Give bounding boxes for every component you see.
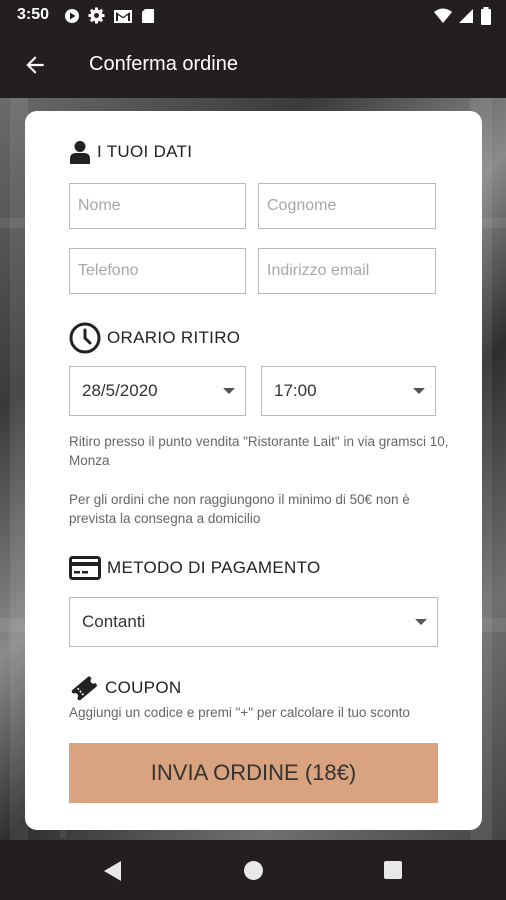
chevron-down-icon bbox=[413, 388, 425, 394]
last-name-field[interactable] bbox=[258, 183, 436, 229]
pickup-location-note: Ritiro presso il punto vendita "Ristoran… bbox=[69, 434, 449, 468]
phone-field[interactable] bbox=[69, 248, 246, 294]
status-bar: 3:50 bbox=[0, 0, 506, 32]
nav-recents-icon[interactable] bbox=[383, 860, 403, 880]
credit-card-icon bbox=[69, 556, 101, 580]
email-field[interactable] bbox=[258, 248, 436, 294]
status-right-icons bbox=[434, 7, 492, 25]
submit-order-button[interactable]: INVIA ORDINE (18€) bbox=[69, 743, 438, 803]
battery-icon bbox=[481, 7, 491, 25]
coupon-hint: Aggiungi un codice e premi "+" per calco… bbox=[69, 705, 410, 720]
first-name-field[interactable] bbox=[69, 183, 246, 229]
coupon-title: COUPON bbox=[105, 678, 182, 697]
payment-method-value: Contanti bbox=[82, 612, 146, 631]
signal-icon bbox=[459, 9, 473, 23]
play-store-icon bbox=[65, 8, 79, 23]
first-name-input[interactable] bbox=[70, 184, 245, 228]
system-nav-bar bbox=[0, 840, 506, 900]
page-title: Conferma ordine bbox=[89, 53, 238, 75]
phone-input[interactable] bbox=[70, 249, 245, 293]
status-time: 3:50 bbox=[17, 6, 50, 23]
ticket-icon bbox=[71, 676, 97, 701]
payment-method-select[interactable]: Contanti bbox=[69, 597, 438, 647]
nav-home-icon[interactable] bbox=[243, 860, 264, 881]
arrow-back-icon[interactable] bbox=[22, 52, 48, 78]
chevron-down-icon bbox=[415, 619, 427, 625]
pickup-time-select[interactable]: 17:00 bbox=[261, 366, 436, 416]
chevron-down-icon bbox=[223, 388, 235, 394]
personal-data-title: I TUOI DATI bbox=[97, 142, 193, 161]
pickup-date-select[interactable]: 28/5/2020 bbox=[69, 366, 246, 416]
payment-section-title: METODO DI PAGAMENTO bbox=[69, 556, 321, 580]
last-name-input[interactable] bbox=[259, 184, 435, 228]
pickup-section-title: ORARIO RITIRO bbox=[69, 322, 240, 354]
app-bar: Conferma ordine bbox=[0, 32, 506, 98]
status-left-icons bbox=[64, 7, 155, 24]
gmail-icon bbox=[114, 9, 132, 23]
nav-back-icon[interactable] bbox=[102, 860, 122, 882]
pickup-time-value: 17:00 bbox=[274, 381, 317, 400]
coupon-section-title: COUPON bbox=[69, 674, 181, 702]
pickup-title: ORARIO RITIRO bbox=[107, 328, 241, 347]
payment-title: METODO DI PAGAMENTO bbox=[107, 558, 321, 577]
pickup-date-value: 28/5/2020 bbox=[82, 381, 158, 400]
sd-card-icon bbox=[142, 8, 154, 23]
personal-data-section-title: I TUOI DATI bbox=[69, 140, 192, 164]
delivery-minimum-note: Per gli ordini che non raggiungono il mi… bbox=[69, 492, 410, 526]
wifi-icon bbox=[434, 8, 452, 23]
person-icon bbox=[70, 141, 90, 164]
email-input[interactable] bbox=[259, 249, 435, 293]
settings-gear-icon bbox=[88, 7, 105, 24]
clock-icon bbox=[69, 322, 101, 354]
